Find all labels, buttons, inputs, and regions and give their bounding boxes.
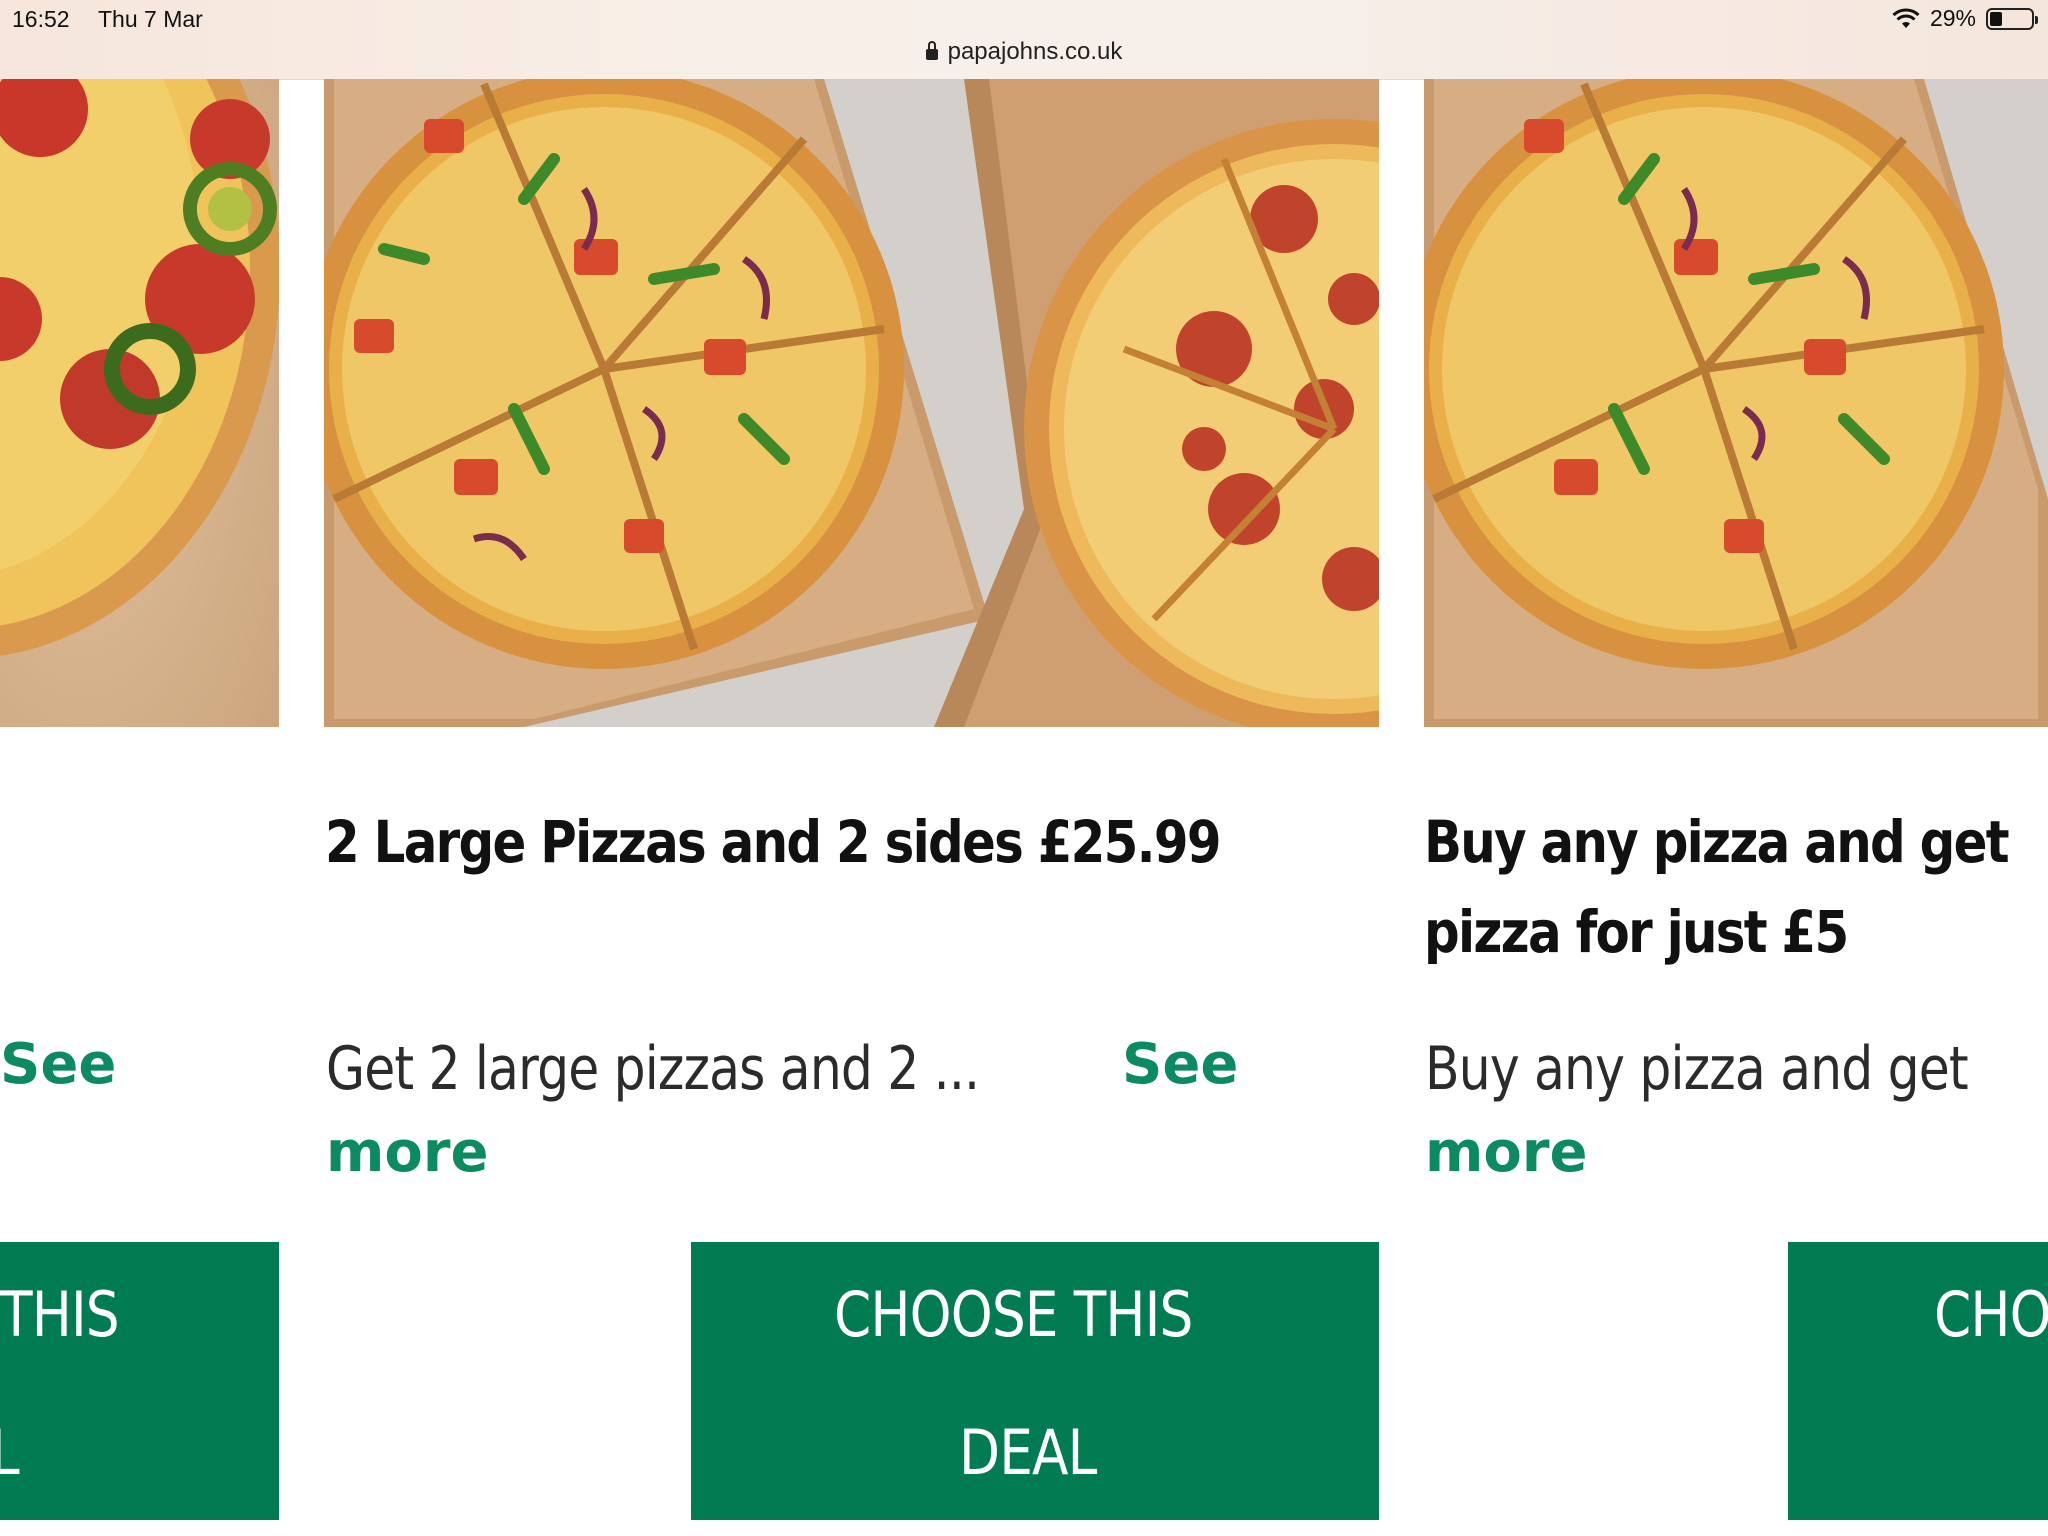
deal-description: Get 2 large pizzas and 2 ... xyxy=(326,1034,980,1104)
address-bar[interactable]: papajohns.co.uk xyxy=(0,38,2048,66)
see-more-link[interactable]: See xyxy=(1122,1032,1238,1097)
choose-deal-button-left[interactable]: THIS L xyxy=(0,1242,279,1520)
choose-deal-button[interactable]: CHOOSE THIS DEAL xyxy=(691,1242,1379,1520)
button-line-1: CHO xyxy=(1934,1278,2048,1351)
deal-title: 2 Large Pizzas and 2 sides £25.99 xyxy=(325,808,1222,876)
deal-title-right-line2: pizza for just £5 xyxy=(1424,898,1849,966)
button-line-2: L xyxy=(0,1416,20,1489)
deal-image-main[interactable] xyxy=(324,79,1379,727)
deal-title-right-line1: Buy any pizza and get xyxy=(1424,808,2010,876)
status-time: 16:52 xyxy=(12,6,70,32)
url-text: papajohns.co.uk xyxy=(947,38,1123,65)
see-more-link-more[interactable]: more xyxy=(326,1120,488,1185)
deal-description-right: Buy any pizza and get xyxy=(1425,1034,1969,1104)
see-more-link-left[interactable]: See xyxy=(0,1032,116,1097)
choose-deal-button-right[interactable]: CHO xyxy=(1788,1242,2048,1520)
button-line-1: THIS xyxy=(0,1278,120,1351)
see-more-link-right[interactable]: more xyxy=(1425,1120,1587,1185)
button-line-2: DEAL xyxy=(959,1416,1097,1489)
status-date: Thu 7 Mar xyxy=(98,6,203,32)
battery-icon xyxy=(1986,7,2038,30)
battery-percent: 29% xyxy=(1929,5,1976,31)
deal-image-left[interactable] xyxy=(0,79,279,727)
deal-image-right[interactable] xyxy=(1424,79,2048,727)
lock-icon xyxy=(925,41,938,60)
wifi-icon xyxy=(1892,7,1920,28)
browser-top-bar: 16:52 Thu 7 Mar 29% papajohns.co.uk xyxy=(0,0,2048,80)
button-line-1: CHOOSE THIS xyxy=(834,1278,1193,1351)
status-indicators: 29% xyxy=(1892,5,2038,32)
